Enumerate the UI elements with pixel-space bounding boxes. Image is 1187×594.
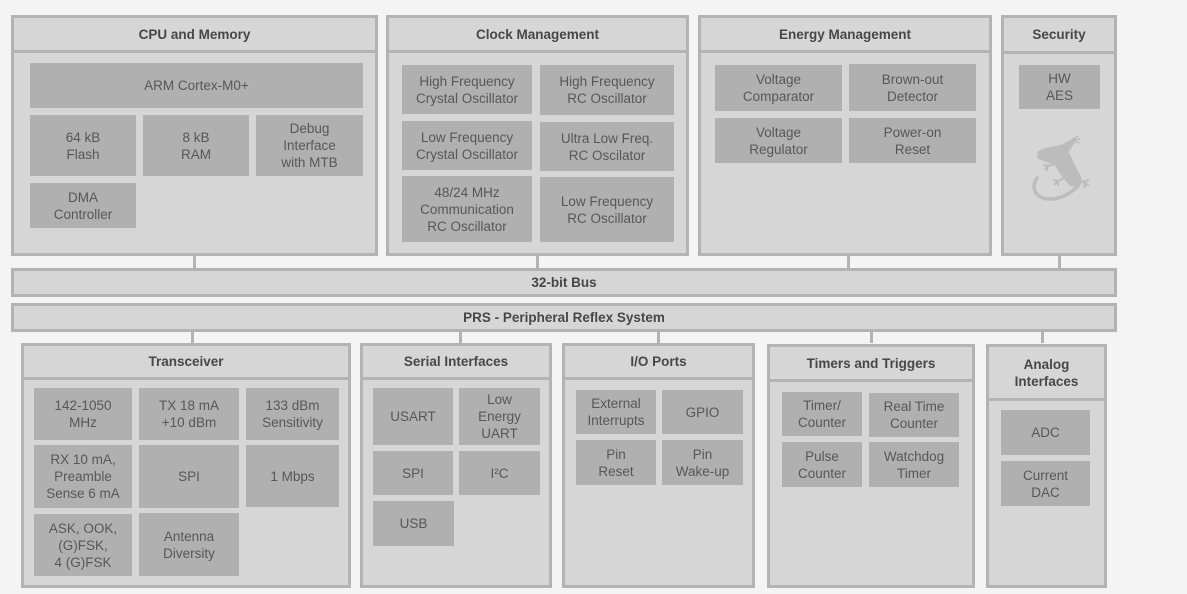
block-tx-power: TX 18 mA +10 dBm [139,388,239,440]
block-ram: 8 kB RAM [143,115,249,176]
clock-management-panel: Clock Management High Frequency Crystal … [386,15,689,256]
block-usart: USART [373,388,453,445]
block-voltage-comparator: Voltage Comparator [715,65,842,111]
block-gpio: GPIO [662,390,743,434]
block-debug-interface: Debug Interface with MTB [256,115,363,176]
block-serial-spi: SPI [373,451,453,495]
prs-bar: PRS - Peripheral Reflex System [11,303,1117,332]
analog-interfaces-title: Analog Interfaces [989,347,1104,401]
block-dma-controller: DMA Controller [30,183,136,228]
block-data-rate: 1 Mbps [246,445,339,507]
energy-management-title: Energy Management [701,18,989,53]
energy-management-panel: Energy Management Voltage Comparator Bro… [698,15,992,256]
serial-interfaces-panel: Serial Interfaces USART Low Energy UART … [360,343,552,588]
block-usb: USB [373,501,454,546]
block-lf-rc-osc: Low Frequency RC Oscillator [540,177,674,242]
clock-management-title: Clock Management [389,18,686,53]
block-modulation: ASK, OOK, (G)FSK, 4 (G)FSK [34,514,132,576]
block-ulf-rc-osc: Ultra Low Freq. RC Oscilator [540,122,674,171]
block-antenna-diversity: Antenna Diversity [139,513,239,576]
block-pin-reset: Pin Reset [576,440,656,485]
connector-energy-bus [847,256,850,268]
block-brown-out-detector: Brown-out Detector [849,64,976,111]
transceiver-title: Transceiver [24,346,348,380]
connector-prs-io [657,332,660,343]
block-lf-crystal-osc: Low Frequency Crystal Oscillator [402,121,532,170]
block-voltage-regulator: Voltage Regulator [715,118,842,163]
connector-prs-transceiver [191,332,194,343]
block-current-dac: Current DAC [1001,461,1090,506]
block-pulse-counter: Pulse Counter [782,442,862,487]
cpu-memory-panel: CPU and Memory ARM Cortex-M0+ 64 kB Flas… [11,15,378,256]
timers-triggers-title: Timers and Triggers [770,347,972,382]
io-ports-panel: I/O Ports External Interrupts GPIO Pin R… [562,343,755,588]
connector-prs-analog [1041,332,1044,343]
security-title: Security [1004,18,1114,54]
block-adc: ADC [1001,410,1090,455]
block-comm-rc-osc: 48/24 MHz Communication RC Oscillator [402,176,532,242]
block-pin-wakeup: Pin Wake-up [662,440,743,485]
block-real-time-counter: Real Time Counter [869,393,959,437]
security-panel: Security HW AES [1001,15,1117,256]
block-spi: SPI [139,445,239,508]
block-i2c: I²C [459,451,540,495]
block-hf-crystal-osc: High Frequency Crystal Oscillator [402,65,532,114]
analog-interfaces-panel: Analog Interfaces ADC Current DAC [986,344,1107,588]
block-sensitivity: 133 dBm Sensitivity [246,388,339,440]
block-frequency-range: 142-1050 MHz [34,388,132,440]
block-leuart: Low Energy UART [459,388,540,445]
io-ports-title: I/O Ports [565,346,752,380]
cpu-memory-title: CPU and Memory [14,18,375,53]
block-hf-rc-osc: High Frequency RC Oscillator [540,65,674,115]
block-arm-cortex: ARM Cortex-M0+ [30,63,363,108]
block-power-on-reset: Power-on Reset [849,118,976,163]
block-rx-current: RX 10 mA, Preamble Sense 6 mA [34,445,132,508]
serial-interfaces-title: Serial Interfaces [363,346,549,380]
connector-cpu-bus [193,256,196,268]
block-external-interrupts: External Interrupts [576,390,656,434]
bus-32bit: 32-bit Bus [11,268,1117,297]
block-timer-counter: Timer/ Counter [782,392,862,436]
gecko-icon [1032,136,1089,201]
block-flash: 64 kB Flash [30,115,136,176]
block-hw-aes: HW AES [1019,65,1100,109]
timers-triggers-panel: Timers and Triggers Timer/ Counter Real … [767,344,975,588]
transceiver-panel: Transceiver 142-1050 MHz TX 18 mA +10 dB… [21,343,351,588]
connector-prs-serial [459,332,462,343]
connector-clock-bus [536,256,539,268]
connector-security-bus [1058,256,1061,268]
connector-prs-timers [870,332,873,343]
block-watchdog-timer: Watchdog Timer [869,442,959,487]
